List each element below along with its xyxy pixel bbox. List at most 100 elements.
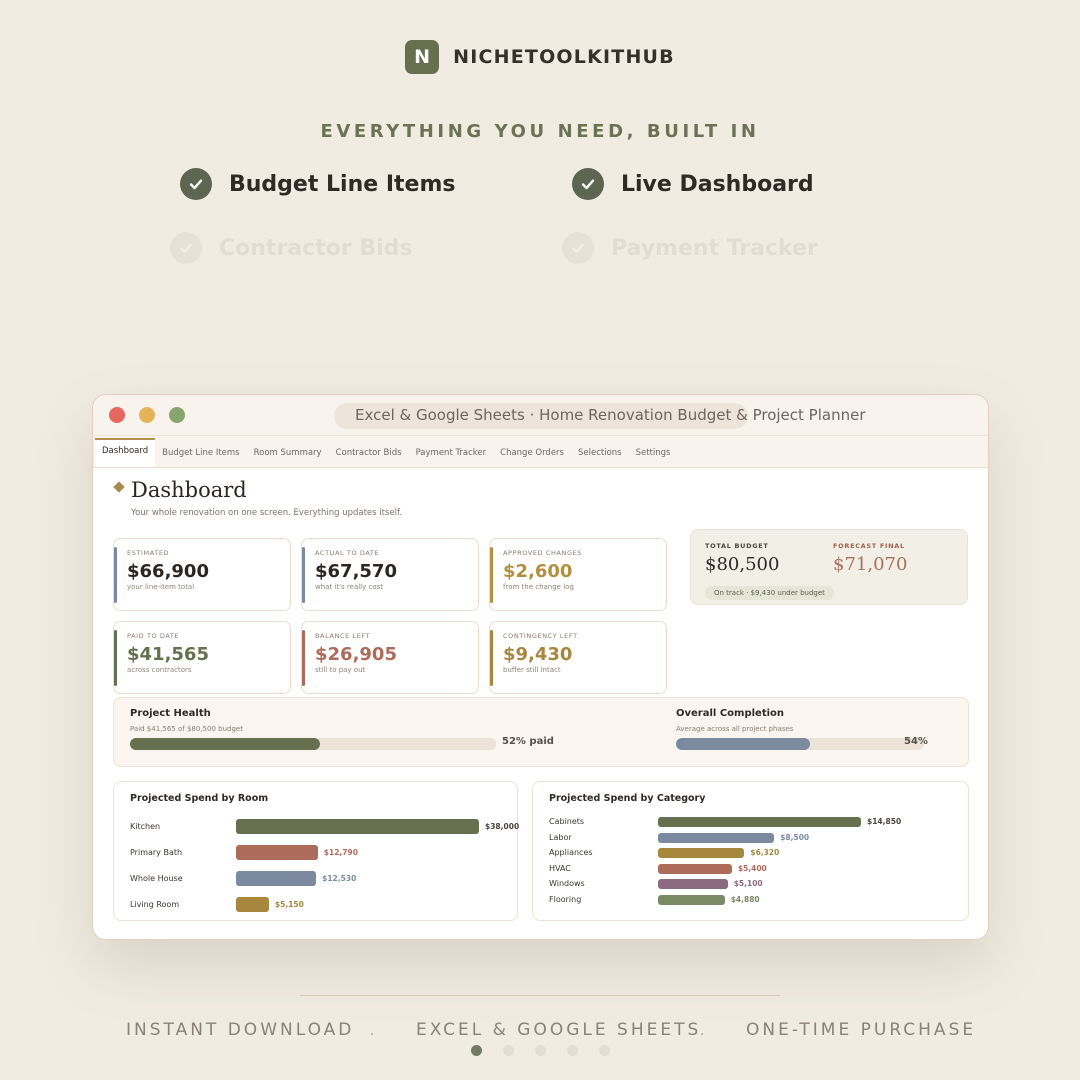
stat-value: $26,905 (315, 644, 397, 665)
bar-label: HVAC (549, 863, 571, 873)
app-window: Excel & Google Sheets · Home Renovation … (92, 394, 989, 940)
project-health-caption: Paid $41,565 of $80,500 budget (130, 725, 243, 733)
check-icon (562, 232, 594, 264)
feature-label: Live Dashboard (621, 171, 814, 197)
bar (658, 863, 732, 874)
pager-dot[interactable] (599, 1045, 610, 1056)
tab-dashboard[interactable]: Dashboard (95, 438, 156, 467)
stat-label: ACTUAL TO DATE (315, 549, 380, 557)
tab-contractor-bids[interactable]: Contractor Bids (329, 448, 409, 467)
completion-progress-track (676, 738, 924, 750)
feature-label: Payment Tracker (611, 235, 818, 261)
spend-by-room-chart: Projected Spend by Room Kitchen $38,000 Pr… (113, 781, 519, 921)
bar-value-label: $12,790 (323, 847, 358, 857)
tab-settings[interactable]: Settings (629, 448, 678, 467)
tab-selections[interactable]: Selections (571, 448, 629, 467)
check-icon (180, 168, 212, 200)
tagline: EVERYTHING YOU NEED, BUILT IN (320, 121, 760, 142)
bar-value-label: $4,880 (730, 895, 760, 904)
stat-card-paid-to-date: PAID TO DATE $41,565 across contractors (113, 621, 291, 694)
budget-summary-card: TOTAL BUDGET $80,500 FORECAST FINAL $71,… (690, 529, 968, 605)
project-health-panel: Project Health Paid $41,565 of $80,500 b… (113, 697, 969, 767)
tab-payment-tracker[interactable]: Payment Tracker (409, 448, 494, 467)
stat-value: $2,600 (503, 561, 573, 582)
footer-separator: · (700, 1028, 705, 1043)
sheet-tabs: Dashboard Budget Line Items Room Summary… (93, 435, 988, 468)
tab-change-orders[interactable]: Change Orders (493, 448, 571, 467)
completion-progress-fill (676, 738, 810, 750)
stat-card-estimated: ESTIMATED $66,900 your line-item total (113, 538, 291, 611)
bar-value-label: $14,850 (867, 817, 902, 826)
bar (236, 871, 317, 886)
project-health-title: Project Health (130, 708, 211, 719)
carousel-pager (471, 1045, 610, 1056)
bar-value-label: $8,500 (780, 832, 810, 842)
feature-budget-line-items: Budget Line Items (180, 168, 455, 200)
feature-contractor-bids: Contractor Bids (170, 232, 412, 264)
stat-label: PAID TO DATE (127, 632, 180, 640)
stat-card-approved-changes: APPROVED CHANGES $2,600 from the change … (489, 538, 667, 611)
bar (236, 897, 269, 912)
pager-dot[interactable] (471, 1045, 482, 1056)
bar (658, 879, 728, 890)
bar-label: Windows (549, 879, 585, 889)
bar-value-label: $5,100 (733, 879, 763, 889)
stat-caption: what it's really cost (315, 583, 384, 591)
bar-label: Primary Bath (130, 847, 183, 857)
stat-label: APPROVED CHANGES (503, 549, 583, 557)
stat-accent-bar (490, 547, 493, 603)
forecast-final-value: $71,070 (833, 554, 908, 575)
paid-progress-fill (130, 738, 321, 750)
footer-excel-google-sheets: EXCEL & GOOGLE SHEETS (416, 1020, 702, 1040)
page-title: Dashboard (131, 478, 247, 502)
stat-accent-bar (302, 630, 305, 686)
pager-dot[interactable] (503, 1045, 514, 1056)
chart-title: Projected Spend by Category (549, 793, 706, 804)
tab-budget-line-items[interactable]: Budget Line Items (155, 448, 246, 467)
window-title: Excel & Google Sheets · Home Renovation … (355, 406, 866, 424)
total-budget-value: $80,500 (705, 554, 780, 575)
bar-value-label: $5,400 (737, 863, 767, 873)
chart-title: Projected Spend by Room (130, 793, 269, 804)
stat-value: $67,570 (315, 561, 397, 582)
close-window-button[interactable] (109, 407, 125, 423)
check-icon (170, 232, 202, 264)
stat-caption: buffer still intact (503, 666, 561, 674)
diamond-icon (113, 481, 125, 493)
bar-label: Kitchen (130, 821, 161, 831)
pager-dot[interactable] (535, 1045, 546, 1056)
footer-instant-download: INSTANT DOWNLOAD (126, 1020, 355, 1040)
stat-caption: across contractors (127, 666, 192, 674)
paid-percent: 52% paid (502, 736, 554, 747)
stat-label: ESTIMATED (127, 549, 170, 557)
bar (658, 848, 745, 859)
pager-dot[interactable] (567, 1045, 578, 1056)
completion-percent: 54% (904, 736, 928, 747)
brand-header: N NICHETOOLKITHUB (0, 40, 1080, 74)
window-titlebar: Excel & Google Sheets · Home Renovation … (93, 395, 988, 435)
maximize-window-button[interactable] (169, 407, 185, 423)
bar (658, 817, 861, 827)
bar (658, 895, 725, 905)
feature-payment-tracker: Payment Tracker (562, 232, 818, 264)
tab-room-summary[interactable]: Room Summary (247, 448, 329, 467)
bar (236, 819, 479, 834)
stat-value: $41,565 (127, 644, 209, 665)
stat-label: BALANCE LEFT (315, 632, 371, 640)
feature-label: Contractor Bids (219, 235, 413, 261)
footer-divider (300, 995, 780, 996)
stat-caption: your line-item total (127, 583, 195, 591)
minimize-window-button[interactable] (139, 407, 155, 423)
bar-value-label: $5,150 (274, 899, 304, 909)
page-subtitle: Your whole renovation on one screen. Eve… (131, 508, 403, 518)
bar-label: Labor (549, 832, 572, 842)
stat-card-actual-to-date: ACTUAL TO DATE $67,570 what it's really … (301, 538, 479, 611)
bar-label: Appliances (549, 848, 593, 858)
bar-label: Living Room (130, 899, 180, 909)
stat-caption: from the change log (503, 583, 574, 591)
footer-separator: · (370, 1028, 375, 1043)
stat-accent-bar (114, 547, 117, 603)
bar-label: Flooring (549, 895, 582, 904)
brand-logo-icon: N (405, 40, 440, 74)
bar-value-label: $12,530 (322, 873, 357, 883)
